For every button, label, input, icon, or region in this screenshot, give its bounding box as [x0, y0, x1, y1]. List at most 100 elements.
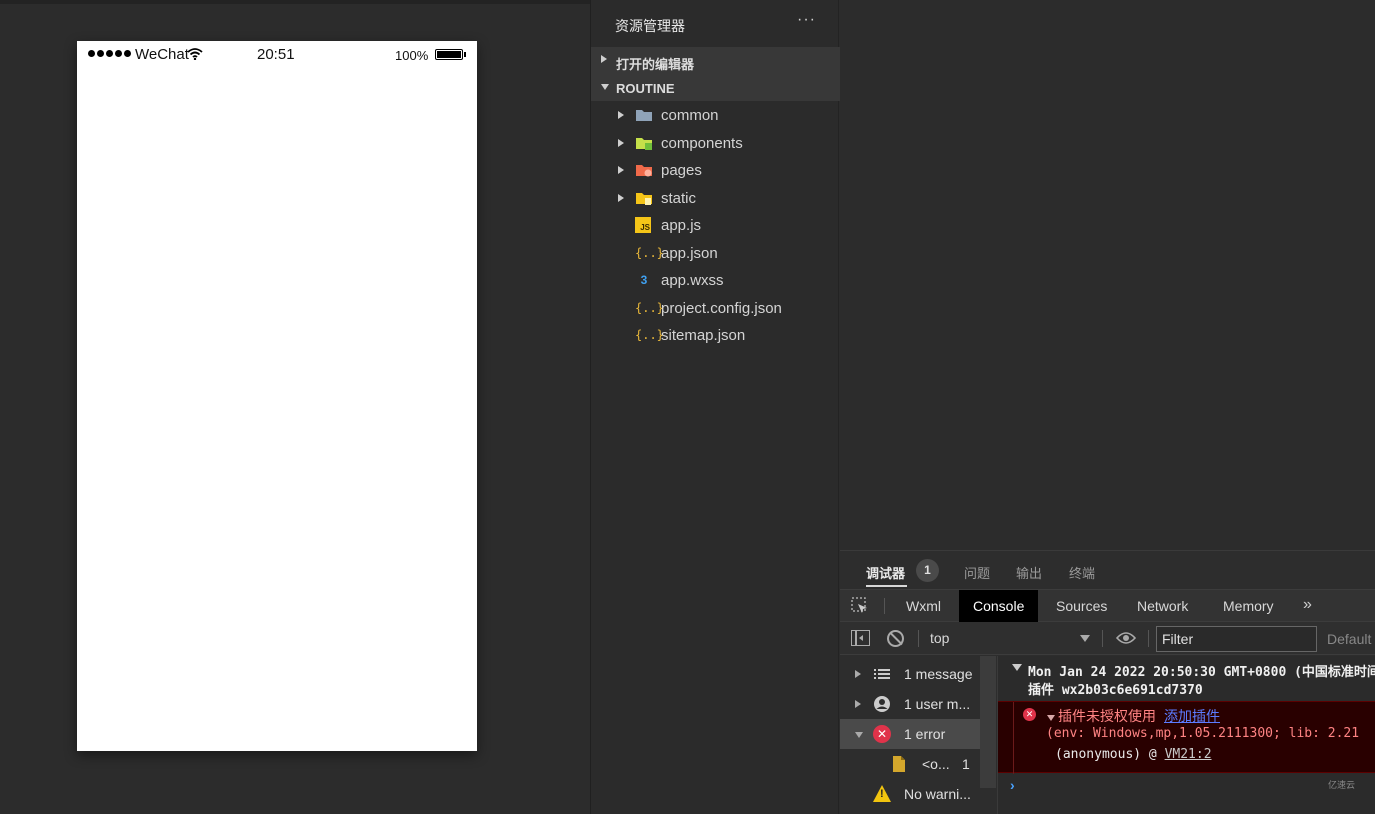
css-file-icon: 3: [640, 273, 648, 287]
add-plugin-link[interactable]: 添加插件: [1164, 708, 1220, 724]
error-icon: ✕: [1023, 708, 1036, 721]
explorer-title: 资源管理器: [615, 18, 685, 34]
inspect-element-icon[interactable]: [850, 596, 870, 616]
stack-function: (anonymous): [1055, 747, 1142, 762]
clock-time: 20:51: [257, 46, 295, 63]
tree-folder-pages[interactable]: pages: [591, 157, 840, 184]
project-section[interactable]: ROUTINE: [591, 74, 840, 101]
signal-icon: [88, 50, 131, 57]
toolbar-divider: [884, 598, 885, 614]
tab-sources[interactable]: Sources: [1042, 590, 1121, 622]
active-tab-indicator: [866, 585, 907, 587]
chevron-right-icon: [618, 166, 624, 174]
error-stack-frame: (anonymous) @ VM21:2: [1055, 747, 1212, 762]
panel-tabs: 调试器 1 问题 输出 终端: [840, 551, 1375, 589]
chevron-right-icon: [618, 111, 624, 119]
tree-file-app-js[interactable]: JS app.js: [591, 212, 840, 239]
folder-pages-icon: [636, 165, 652, 177]
tab-network[interactable]: Network: [1123, 590, 1202, 622]
tab-debugger[interactable]: 调试器: [866, 563, 905, 582]
error-message: 插件未授权使用 添加插件: [1058, 706, 1220, 726]
tree-item-label: static: [661, 190, 697, 207]
debug-panel: 调试器 1 问题 输出 终端 Wxml Console Sources Netw…: [840, 550, 1375, 814]
folder-icon: [636, 110, 652, 121]
tree-item-label: app.wxss: [661, 272, 724, 289]
live-expression-eye-icon[interactable]: [1116, 631, 1136, 645]
tree-item-label: pages: [661, 162, 702, 179]
sidebar-item-warnings[interactable]: No warni...: [840, 779, 980, 809]
dropdown-arrow-icon[interactable]: [1080, 635, 1090, 642]
clear-console-icon[interactable]: [887, 630, 904, 647]
chevron-right-icon: [855, 700, 861, 708]
chevron-down-icon: [1012, 664, 1022, 671]
sidebar-item-errors[interactable]: ✕ 1 error: [840, 719, 980, 749]
watermark: 亿速云: [1328, 780, 1356, 790]
tree-folder-static[interactable]: static: [591, 185, 840, 212]
simulator-toolbar-edge: [0, 0, 590, 4]
sidebar-item-label: 1 error: [904, 726, 946, 742]
sidebar-scrollbar[interactable]: [980, 656, 996, 788]
sidebar-item-user-messages[interactable]: 1 user m...: [840, 689, 980, 719]
tree-item-label: app.json: [661, 245, 718, 262]
explorer-panel: 资源管理器 ··· 打开的编辑器 ROUTINE common componen…: [590, 0, 840, 814]
wifi-icon: [187, 48, 203, 60]
sidebar-item-count: 1: [962, 756, 970, 772]
tree-folder-common[interactable]: common: [591, 102, 840, 129]
sidebar-item-label: <o...: [922, 756, 950, 772]
group-indent-bar: [1013, 702, 1014, 774]
explorer-more-button[interactable]: ···: [797, 11, 816, 29]
tab-wxml[interactable]: Wxml: [892, 590, 955, 622]
tree-file-app-json[interactable]: {..} app.json: [591, 240, 840, 267]
more-tabs-button[interactable]: »: [1303, 596, 1312, 614]
tree-item-label: sitemap.json: [661, 327, 746, 344]
folder-components-icon: [636, 138, 652, 150]
tree-item-label: app.js: [661, 217, 702, 234]
tree-file-app-wxss[interactable]: 3 app.wxss: [591, 267, 840, 294]
tree-item-label: project.config.json: [661, 300, 782, 317]
tab-terminal[interactable]: 终端: [1069, 563, 1095, 582]
log-group-timestamp: Mon Jan 24 2022 20:50:30 GMT+0800 (中国标准时…: [1028, 665, 1375, 680]
tab-console[interactable]: Console: [959, 590, 1039, 622]
tab-problems[interactable]: 问题: [964, 563, 990, 582]
console-prompt-icon[interactable]: ›: [1010, 777, 1015, 793]
console-toolbar: top Default levels: [840, 622, 1375, 655]
chevron-down-icon: [855, 732, 863, 738]
tree-file-project-config[interactable]: {..} project.config.json: [591, 295, 840, 322]
toggle-sidebar-icon[interactable]: [851, 630, 870, 646]
log-group-header[interactable]: Mon Jan 24 2022 20:50:30 GMT+0800 (中国标准时…: [998, 656, 1375, 700]
debugger-count-badge: 1: [916, 559, 939, 582]
tree-file-sitemap[interactable]: {..} sitemap.json: [591, 322, 840, 349]
log-levels-dropdown[interactable]: Default levels: [1327, 631, 1375, 647]
sidebar-item-label: 1 user m...: [904, 696, 971, 712]
editor-area: [840, 0, 1375, 550]
phone-screen[interactable]: WeChat 20:51 100%: [77, 41, 477, 751]
filter-input[interactable]: [1156, 626, 1317, 652]
log-group-plugin: 插件 wx2b03c6e691cd7370: [1028, 683, 1203, 698]
tree-item-label: components: [661, 135, 743, 152]
file-icon: [893, 756, 905, 772]
tree-item-label: common: [661, 107, 719, 124]
sidebar-item-label: 1 message: [904, 666, 973, 682]
carrier-label: WeChat: [135, 46, 189, 63]
chevron-right-icon: [618, 139, 624, 147]
json-file-icon: {..}: [635, 246, 664, 260]
sidebar-item-messages[interactable]: 1 message: [840, 659, 980, 689]
tab-memory[interactable]: Memory: [1209, 590, 1288, 622]
devtools-tabbar: Wxml Console Sources Network Memory »: [840, 589, 1375, 622]
context-selector[interactable]: top: [930, 630, 949, 646]
tab-output[interactable]: 输出: [1016, 563, 1042, 582]
list-icon: [874, 669, 890, 679]
chevron-right-icon: [855, 670, 861, 678]
json-file-icon: {..}: [635, 301, 664, 315]
chevron-down-icon[interactable]: [1047, 715, 1055, 721]
open-editors-section[interactable]: 打开的编辑器: [591, 47, 840, 74]
toolbar-divider: [1102, 630, 1103, 647]
console-sidebar: 1 message 1 user m... ✕ 1 error <o... 1: [840, 656, 997, 814]
stack-source-link[interactable]: VM21:2: [1165, 747, 1212, 762]
tree-folder-components[interactable]: components: [591, 130, 840, 157]
stack-at: @: [1148, 747, 1157, 762]
user-icon: [874, 696, 890, 712]
warning-icon: [873, 785, 891, 802]
sidebar-item-error-source[interactable]: <o... 1: [840, 749, 980, 779]
chevron-right-icon: [601, 55, 607, 63]
